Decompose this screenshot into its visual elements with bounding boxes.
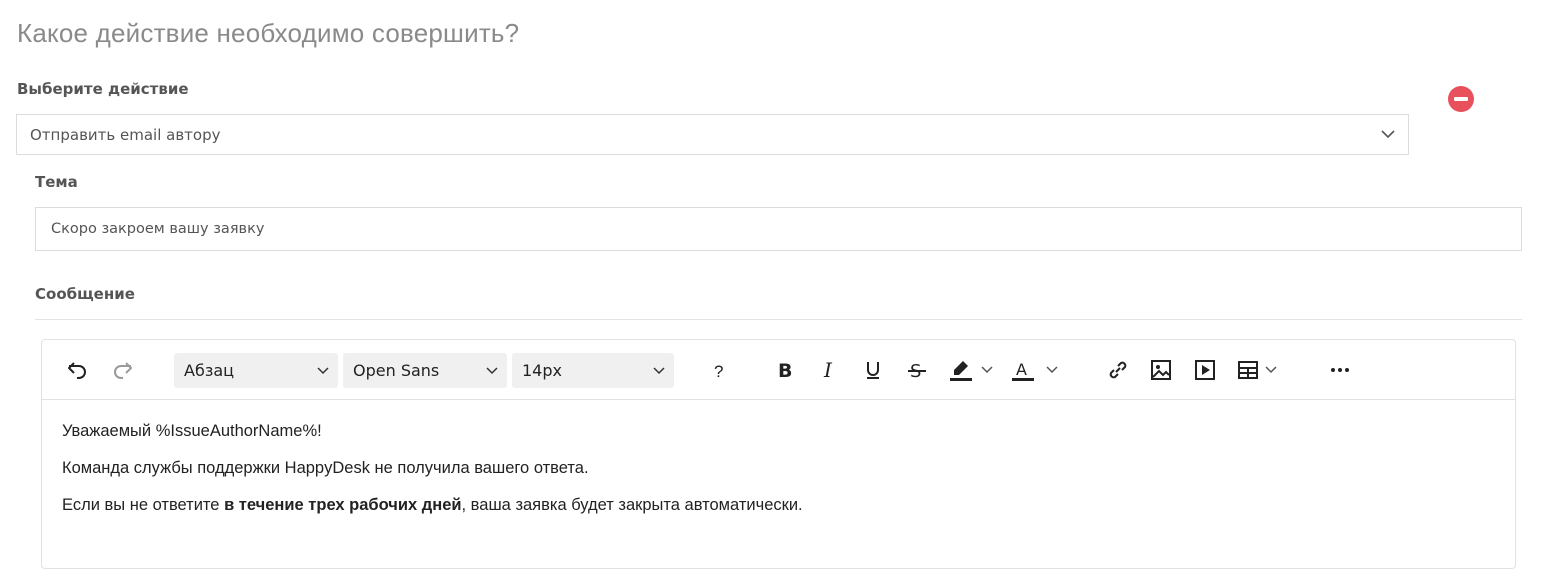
rich-text-editor[interactable]: Абзац Open Sans 14px ? B I S A Уважаемый… (41, 339, 1516, 569)
message-text: Если вы не ответите (62, 496, 225, 514)
subject-input[interactable]: Скоро закроем вашу заявку (35, 207, 1522, 251)
underline-icon[interactable] (860, 357, 886, 383)
text-color-icon[interactable]: A (1010, 357, 1036, 383)
bold-icon[interactable]: B (772, 357, 798, 383)
message-label: Сообщение (35, 285, 135, 303)
strikethrough-icon[interactable]: S (904, 357, 930, 383)
font-select[interactable]: Open Sans (343, 353, 507, 388)
remove-icon (1454, 97, 1468, 101)
svg-text:B: B (778, 360, 792, 381)
media-icon[interactable] (1192, 357, 1218, 383)
chevron-down-icon (486, 367, 498, 375)
highlight-icon[interactable] (948, 357, 974, 383)
svg-text:I: I (823, 359, 833, 381)
remove-action-button[interactable] (1448, 86, 1474, 112)
message-bold-text: в течение трех рабочих дней (224, 496, 462, 514)
editor-toolbar: Абзац Open Sans 14px ? B I S A (42, 340, 1515, 400)
chevron-down-icon (317, 367, 329, 375)
chevron-down-icon[interactable] (1264, 357, 1278, 383)
svg-text:A: A (1016, 360, 1027, 379)
redo-icon[interactable] (110, 357, 136, 383)
subject-value: Скоро закроем вашу заявку (51, 221, 265, 237)
message-line: Команда службы поддержки HappyDesk не по… (62, 459, 589, 477)
font-size-select[interactable]: 14px (512, 353, 674, 388)
subject-label: Тема (35, 173, 78, 191)
chevron-down-icon (653, 367, 665, 375)
editor-content[interactable]: Уважаемый %IssueAuthorName%! Команда слу… (62, 422, 803, 533)
chevron-down-icon[interactable] (1045, 357, 1059, 383)
undo-icon[interactable] (64, 357, 90, 383)
action-label: Выберите действие (17, 80, 189, 98)
message-line: Если вы не ответите в течение трех рабоч… (62, 496, 803, 515)
table-icon[interactable] (1235, 357, 1261, 383)
help-button[interactable]: ? (714, 362, 723, 382)
divider (35, 319, 1522, 320)
action-select-value: Отправить email автору (30, 125, 221, 144)
font-select-value: Open Sans (353, 361, 440, 380)
message-line: Уважаемый %IssueAuthorName%! (62, 422, 322, 440)
paragraph-select[interactable]: Абзац (174, 353, 338, 388)
message-text: , ваша заявка будет закрыта автоматическ… (461, 496, 803, 514)
chevron-down-icon (1380, 126, 1396, 142)
font-size-select-value: 14px (522, 361, 562, 380)
more-icon[interactable] (1327, 357, 1353, 383)
italic-icon[interactable]: I (816, 357, 842, 383)
page-question: Какое действие необходимо совершить? (17, 18, 520, 48)
link-icon[interactable] (1105, 357, 1131, 383)
paragraph-select-value: Абзац (184, 361, 235, 380)
image-icon[interactable] (1148, 357, 1174, 383)
chevron-down-icon[interactable] (980, 357, 994, 383)
action-select[interactable]: Отправить email автору (16, 114, 1409, 155)
